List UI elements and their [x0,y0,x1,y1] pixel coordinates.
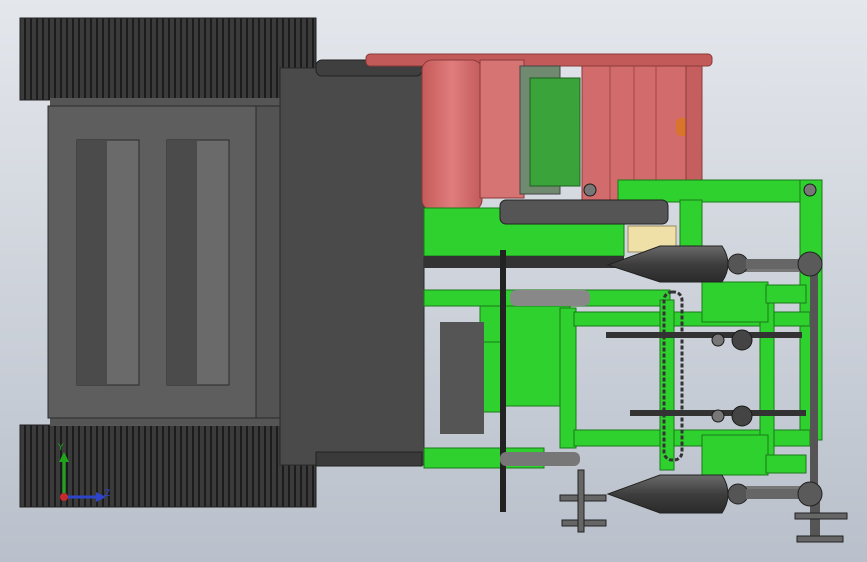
left-track-top [19,17,317,106]
engine-body [47,59,425,467]
triad-x-axis [60,493,68,501]
machine-top-view-model[interactable]: Y Z [0,0,867,562]
triad-z-label: Z [104,489,110,499]
triad-y-label: Y [57,443,64,453]
cad-viewport[interactable]: Y Z [0,0,867,562]
